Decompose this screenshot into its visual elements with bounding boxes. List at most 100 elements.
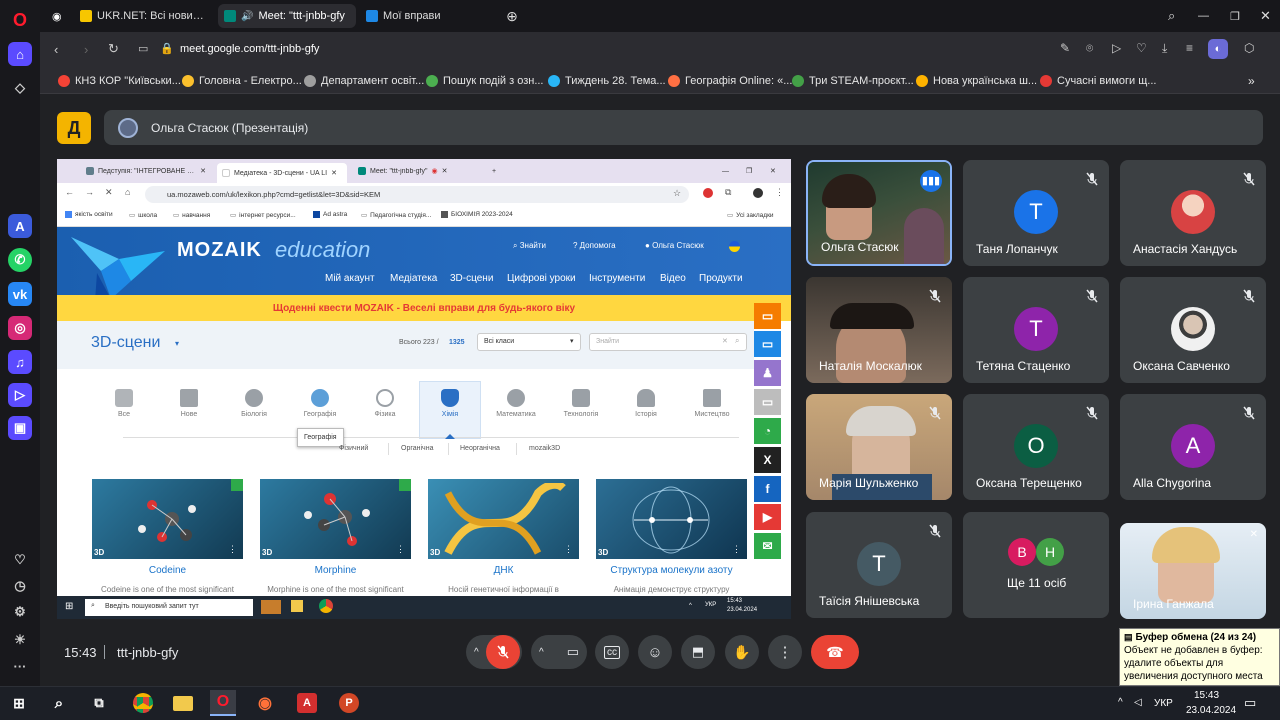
workspace-icon[interactable]: ◉ <box>46 4 68 28</box>
file-explorer-icon[interactable] <box>170 690 196 716</box>
camera-indicator-icon[interactable]: ▭ <box>138 42 148 55</box>
scene-card-dna[interactable]: 3D ⋮ ДНК Носій генетичної інформації в <box>428 479 579 594</box>
reactions-button[interactable]: ☺ <box>638 635 672 669</box>
inner-minimize-icon[interactable]: — <box>717 163 734 179</box>
category-history[interactable]: Історія <box>621 389 671 418</box>
history-icon[interactable]: ◷ <box>8 574 32 598</box>
inner-bookmark[interactable]: ▭ навчання <box>173 211 210 220</box>
inner-menu-icon[interactable]: ⋮ <box>775 187 784 198</box>
camera-icon[interactable]: ▭ <box>567 644 579 660</box>
category-biology[interactable]: Біологія <box>229 389 279 418</box>
category-chemistry[interactable]: Хімія <box>425 389 475 418</box>
powerpoint-icon[interactable]: P <box>336 690 362 716</box>
inner-tab-active[interactable]: Медіатека - 3D-сцени - UA LI ✕ <box>217 163 347 183</box>
inner-tab[interactable]: Педступія: "ІНТЕГРОВАНЕ НА ✕ <box>81 163 211 179</box>
x-twitter-icon[interactable]: X <box>754 447 781 473</box>
notifications-icon[interactable]: ▭ <box>1244 695 1256 711</box>
class-select[interactable]: Всі класи ▾ <box>477 333 581 351</box>
back-icon[interactable]: ‹ <box>54 42 58 57</box>
category-technology[interactable]: Технологія <box>556 389 606 418</box>
youtube-icon[interactable]: ▶ <box>754 504 781 530</box>
participant-tile[interactable]: Т Таня Лопанчук <box>963 160 1109 266</box>
participant-tile[interactable]: ▮▮▮ Ольга Стасюк <box>806 160 952 266</box>
clear-icon[interactable]: ✕ <box>722 337 728 345</box>
inner-close-icon[interactable]: ✕ <box>765 163 781 179</box>
participant-tile[interactable]: ✕ Ірина Ганжала <box>1120 523 1266 619</box>
mail-icon[interactable]: ✉ <box>754 533 781 559</box>
mic-toggle-button[interactable] <box>486 635 520 669</box>
feed-icon[interactable]: ◔ <box>754 418 781 444</box>
leave-call-button[interactable]: ☎ <box>811 635 859 669</box>
help-link[interactable]: ? Допомога <box>573 241 616 250</box>
category-all[interactable]: Все <box>99 389 149 418</box>
inner-puzzle-icon[interactable]: ⧉ <box>725 187 731 198</box>
section-dropdown-icon[interactable]: ▾ <box>175 339 179 348</box>
participant-tile[interactable]: Наталія Москалюк <box>806 277 952 383</box>
heart-icon[interactable]: ♡ <box>8 548 32 572</box>
inner-url[interactable]: ua.mozaweb.com/uk/lexikon.php?cmd=getlis… <box>167 190 380 199</box>
raise-hand-button[interactable]: ✋ <box>725 635 759 669</box>
inner-stop-icon[interactable]: ✕ <box>105 187 113 198</box>
chrome-icon[interactable] <box>130 690 156 716</box>
menu-video[interactable]: Відео <box>660 273 686 284</box>
category-physics[interactable]: Фізика <box>360 389 410 418</box>
inner-app-icon[interactable] <box>261 600 281 614</box>
inner-forward-icon[interactable]: → <box>85 187 94 197</box>
participant-tile[interactable]: Анастасія Хандусь <box>1120 160 1266 266</box>
search-icon[interactable]: ⌕ <box>46 690 72 716</box>
participant-tile[interactable]: Марія Шульженко <box>806 394 952 500</box>
aria-icon[interactable]: A <box>8 214 32 238</box>
restore-icon[interactable]: ❐ <box>1224 4 1244 28</box>
speaker-icon[interactable]: 🔊 <box>241 11 253 22</box>
pinboard-icon[interactable]: ◇ <box>8 76 32 100</box>
close-tab-icon[interactable]: ✕ <box>442 167 448 175</box>
inner-bookmark[interactable]: ▭ інтернет ресурси... <box>230 211 296 220</box>
card-menu-icon[interactable]: ⋮ <box>396 544 405 555</box>
opera-taskbar-icon[interactable]: O <box>210 690 236 716</box>
menu-3d-scenes[interactable]: 3D-сцени <box>450 273 493 284</box>
inner-restore-icon[interactable]: ❐ <box>741 163 757 179</box>
inner-profile-icon[interactable] <box>753 188 763 198</box>
download-icon[interactable]: ⤓ <box>1162 41 1167 56</box>
menu-tools[interactable]: Інструменти <box>589 273 645 284</box>
inner-new-tab-icon[interactable]: + <box>487 163 501 179</box>
bookmark-item[interactable]: Географія Online: «... <box>668 72 792 90</box>
bookmark-item[interactable]: Сучасні вимоги щ... <box>1040 72 1156 90</box>
acrobat-icon[interactable]: A <box>294 690 320 716</box>
inner-bookmark[interactable]: ▭ Усі закладки <box>727 211 774 220</box>
inner-back-icon[interactable]: ← <box>65 187 74 197</box>
participant-tile[interactable]: Оксана Савченко <box>1120 277 1266 383</box>
volume-icon[interactable]: ◁ <box>1134 697 1142 708</box>
opera-logo-icon[interactable]: O <box>8 8 32 32</box>
lightbulb-icon[interactable]: ☀ <box>8 628 32 652</box>
bookmark-item[interactable]: Головна - Електро... <box>182 72 302 90</box>
subcategory-mozaik3d[interactable]: mozaik3D <box>529 445 560 452</box>
windows-start-icon[interactable]: ⊞ <box>6 690 32 716</box>
bookmark-item[interactable]: Департамент освіт... <box>304 72 424 90</box>
extensions-icon[interactable]: ≡ <box>1186 41 1193 55</box>
mozaik-brand[interactable]: MOZAIK <box>177 239 262 262</box>
category-geography[interactable]: Географія <box>295 389 345 418</box>
tray-overflow-icon[interactable]: ^ <box>1118 697 1123 708</box>
close-tab-icon[interactable]: ✕ <box>200 167 206 175</box>
new-tab-button[interactable]: ⊕ <box>502 4 522 28</box>
menu-my-account[interactable]: Мій акаунт <box>325 273 375 284</box>
inner-bookmark[interactable]: ▭ Педагогічна студія... <box>361 211 431 220</box>
cube-icon[interactable]: ⬡ <box>1244 41 1254 55</box>
share-card-icon[interactable]: ▭ <box>754 303 781 329</box>
tab-ukrnet[interactable]: UKR.NET: Всі новини Укр <box>74 4 214 28</box>
play-icon[interactable]: ▷ <box>1112 41 1121 55</box>
card-menu-icon[interactable]: ⋮ <box>732 544 741 555</box>
mozaik-search-input[interactable]: Знайти ✕ ⌕ <box>589 333 747 351</box>
minimize-icon[interactable]: — <box>1192 4 1212 28</box>
menu-digital-lessons[interactable]: Цифрові уроки <box>507 273 576 284</box>
music-player-icon[interactable]: ♫ <box>8 350 32 374</box>
inner-explorer-icon[interactable] <box>291 600 303 612</box>
language-indicator[interactable]: УКР <box>1154 698 1173 709</box>
bookmark-item[interactable]: Нова українська ш... <box>916 72 1037 90</box>
instagram-icon[interactable]: ◎ <box>8 316 32 340</box>
ukraine-flag-icon[interactable] <box>729 241 740 252</box>
taskbar-date[interactable]: 23.04.2024 <box>1186 705 1236 716</box>
inner-tab[interactable]: Meet: "ttt-jnbb-gfy" ◉ ✕ <box>353 163 477 179</box>
facebook-icon[interactable]: f <box>754 476 781 502</box>
